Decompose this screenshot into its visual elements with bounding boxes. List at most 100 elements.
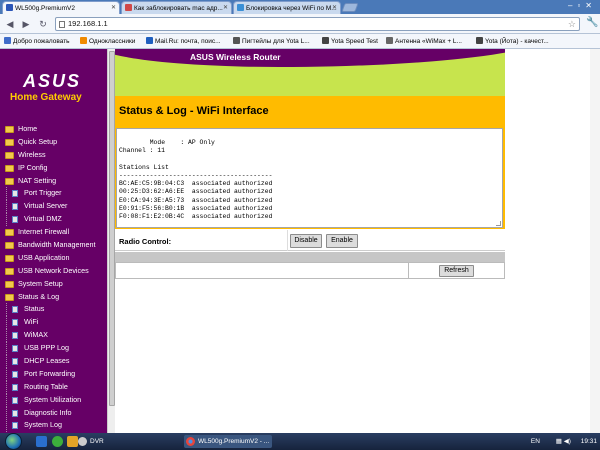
- tree-line: [6, 393, 11, 407]
- close-icon[interactable]: ✕: [332, 4, 337, 11]
- page-icon: [59, 21, 65, 28]
- sidebar-item-status-log[interactable]: Status & Log: [0, 291, 107, 304]
- divider: [287, 230, 288, 251]
- globe-icon: [6, 4, 13, 11]
- enable-button[interactable]: Enable: [326, 234, 358, 248]
- sidebar-item-ip-config[interactable]: IP Config: [0, 162, 107, 175]
- close-icon[interactable]: ✕: [111, 4, 116, 11]
- bookmark-item[interactable]: Антенна «WiMax + L...: [386, 37, 462, 45]
- browser-tab-wifi-block[interactable]: Блокировка через WiFi по M... ✕: [233, 1, 341, 14]
- document-icon: [12, 332, 18, 340]
- wrench-icon[interactable]: 🔧: [586, 17, 598, 28]
- sidebar-item-system-utilization[interactable]: System Utilization: [0, 393, 107, 407]
- sidebar-item-system-setup[interactable]: System Setup: [0, 278, 107, 291]
- new-tab-button[interactable]: [341, 3, 359, 12]
- sidebar-item-system-log[interactable]: System Log: [0, 419, 107, 433]
- ie-icon[interactable]: [36, 436, 47, 447]
- sidebar-item-wifi[interactable]: WiFi: [0, 316, 107, 330]
- document-icon: [12, 358, 18, 366]
- bookmark-icon: [146, 37, 153, 44]
- chrome-icon: [186, 437, 195, 446]
- bookmark-icon: [80, 37, 87, 44]
- bookmark-item[interactable]: Yota Speed Test: [322, 37, 378, 45]
- sidebar-item-quick-setup[interactable]: Quick Setup: [0, 136, 107, 149]
- sidebar-item-usb-ppp-log[interactable]: USB PPP Log: [0, 342, 107, 356]
- dvr-icon: [78, 437, 87, 446]
- reload-icon[interactable]: ↻: [37, 18, 49, 30]
- tree-line: [6, 419, 11, 433]
- sidebar-item-dhcp-leases[interactable]: DHCP Leases: [0, 355, 107, 369]
- sidebar-scrollbar[interactable]: [107, 49, 115, 433]
- resize-grip-icon[interactable]: [496, 221, 501, 226]
- tree-line: [6, 355, 11, 369]
- forward-icon[interactable]: ▶: [20, 18, 32, 30]
- bookmark-icon: [322, 37, 329, 44]
- sidebar-item-wimax[interactable]: WiMAX: [0, 329, 107, 343]
- taskbar-item-chrome[interactable]: WL500g.PremiumV2 - ...: [184, 435, 272, 448]
- folder-icon: [5, 126, 14, 133]
- tree-line: [6, 367, 11, 381]
- radio-control-label: Radio Control:: [119, 237, 172, 246]
- tree-line: [6, 406, 11, 420]
- sidebar-item-port-trigger[interactable]: Port Trigger: [0, 187, 107, 201]
- tab-label: Как заблокировать mac адр...: [134, 5, 223, 12]
- clock[interactable]: 19:31: [581, 438, 597, 445]
- sidebar: ASUS Home Gateway Home Quick Setup Wirel…: [0, 49, 115, 433]
- browser-tab-mac[interactable]: Как заблокировать mac адр... ✕: [121, 1, 232, 14]
- sidebar-item-internet-firewall[interactable]: Internet Firewall: [0, 226, 107, 239]
- bookmark-item[interactable]: Пигтейлы для Yota L...: [233, 37, 310, 45]
- bookmark-item[interactable]: Mail.Ru: почта, поис...: [146, 37, 221, 45]
- sidebar-subtitle: Home Gateway: [10, 92, 82, 103]
- tab-label: Блокировка через WiFi по M...: [246, 5, 337, 12]
- browser-tab-router[interactable]: WL500g.PremiumV2 ✕: [2, 1, 120, 14]
- banner-title: ASUS Wireless Router: [190, 52, 281, 62]
- back-icon[interactable]: ◀: [4, 18, 16, 30]
- sidebar-item-port-forwarding[interactable]: Port Forwarding: [0, 367, 107, 381]
- window-controls[interactable]: –▫✕: [568, 1, 597, 10]
- address-bar-url: 192.168.1.1: [68, 19, 108, 28]
- sidebar-item-bandwidth-management[interactable]: Bandwidth Management: [0, 239, 107, 252]
- sidebar-item-status[interactable]: Status: [0, 303, 107, 317]
- asus-logo: ASUS: [23, 71, 82, 91]
- sidebar-item-virtual-dmz[interactable]: Virtual DMZ: [0, 213, 107, 227]
- sidebar-item-usb-application[interactable]: USB Application: [0, 252, 107, 265]
- bookmark-icon: [233, 37, 240, 44]
- page-icon: [125, 4, 132, 11]
- folder-icon: [5, 242, 14, 250]
- divider: [408, 263, 409, 279]
- bookmark-item[interactable]: Добро пожаловать: [4, 37, 70, 45]
- browser-tab-strip: WL500g.PremiumV2 ✕ Как заблокировать mac…: [0, 0, 600, 14]
- refresh-row: Refresh: [115, 262, 505, 279]
- document-icon: [12, 345, 18, 353]
- volume-icon[interactable]: ◀): [564, 438, 571, 445]
- refresh-button[interactable]: Refresh: [439, 265, 474, 277]
- bookmark-item[interactable]: Yota (Йота) - качест...: [476, 37, 549, 45]
- sidebar-item-usb-network-devices[interactable]: USB Network Devices: [0, 265, 107, 278]
- network-icon[interactable]: ▦: [556, 438, 562, 445]
- language-indicator[interactable]: EN: [531, 438, 540, 445]
- close-icon[interactable]: ✕: [223, 4, 228, 11]
- sidebar-item-routing-table[interactable]: Routing Table: [0, 380, 107, 394]
- start-button[interactable]: [5, 433, 22, 450]
- taskbar-item-dvr[interactable]: DVR: [76, 435, 162, 448]
- sidebar-item-diagnostic-info[interactable]: Diagnostic Info: [0, 406, 107, 420]
- sidebar-item-home[interactable]: Home: [0, 123, 107, 136]
- main-content: ASUS Wireless Router Status & Log - WiFi…: [115, 49, 505, 433]
- page-scrollbar[interactable]: [590, 49, 600, 433]
- system-tray: EN ▦ ◀) 19:31: [531, 435, 597, 448]
- sidebar-item-virtual-server[interactable]: Virtual Server: [0, 200, 107, 214]
- bookmark-icon: [4, 37, 11, 44]
- wifi-log-textarea[interactable]: Mode : AP Only Channel : 11 Stations Lis…: [116, 128, 503, 228]
- bookmark-item[interactable]: Одноклассники: [80, 37, 135, 45]
- media-player-icon[interactable]: [52, 436, 63, 447]
- browser-toolbar: ◀ ▶ ↻ 192.168.1.1 ☆ 🔧: [0, 14, 600, 34]
- sidebar-item-wireless[interactable]: Wireless: [0, 149, 107, 162]
- star-icon[interactable]: ☆: [568, 19, 576, 30]
- tree-line: [6, 187, 11, 201]
- folder-icon: [5, 138, 14, 146]
- address-bar[interactable]: 192.168.1.1 ☆: [55, 17, 580, 31]
- sidebar-item-nat-setting[interactable]: NAT Setting: [0, 175, 107, 188]
- bookmarks-bar: Добро пожаловать Одноклассники Mail.Ru: …: [0, 34, 600, 49]
- wifi-log-text: Mode : AP Only Channel : 11 Stations Lis…: [119, 139, 273, 221]
- disable-button[interactable]: Disable: [290, 234, 322, 248]
